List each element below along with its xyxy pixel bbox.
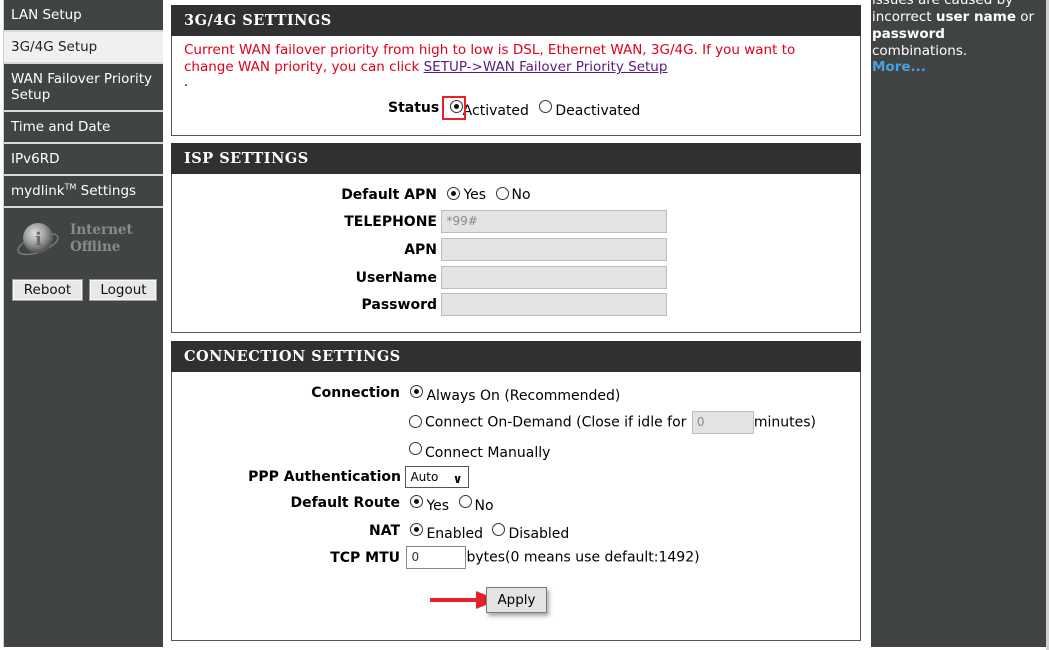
help-line-1: issues are caused by — [872, 0, 1014, 8]
internet-status: i Internet Offline — [4, 208, 163, 272]
connection-manual-row: Connect Manually — [409, 442, 551, 461]
default-route-label: Default Route — [290, 495, 400, 511]
settings-label: Settings — [76, 183, 137, 199]
info-globe-icon: i — [17, 223, 59, 256]
default-apn-yes-radio[interactable] — [447, 187, 461, 200]
section-title-isp: ISP SETTINGS — [171, 143, 861, 174]
help-password: password — [872, 26, 945, 42]
default-apn-no-radio[interactable] — [495, 187, 509, 200]
nat-label: NAT — [368, 523, 400, 539]
internet-status-line2: Offline — [70, 239, 121, 255]
apply-button[interactable]: Apply — [486, 587, 547, 613]
status-deactivated-label: Deactivated — [555, 103, 641, 119]
sidebar-item-ipv6rd[interactable]: IPv6RD — [4, 144, 163, 176]
ppp-auth-select[interactable]: Auto ∨ — [405, 466, 470, 488]
chevron-down-icon: ∨ — [452, 472, 463, 486]
status-activated-label: Activated — [462, 103, 529, 119]
nat-enabled-radio[interactable] — [410, 523, 424, 536]
telephone-label: TELEPHONE — [344, 213, 437, 230]
internet-status-line1: Internet — [70, 222, 133, 238]
sidebar-item-3g4g-setup[interactable]: 3G/4G Setup — [4, 32, 163, 64]
sidebar-buttons: Reboot Logout — [12, 279, 158, 301]
status-row: Status Activated Deactivated — [388, 100, 641, 119]
help-line-2c: or — [1015, 9, 1035, 25]
help-line-3: password combinations. — [872, 26, 1042, 60]
help-text: issues are caused by incorrect user name… — [872, 0, 1042, 60]
nat-row: NAT Enabled Disabled — [230, 523, 570, 542]
password-label: Password — [361, 296, 437, 313]
failover-notice: Current WAN failover priority from high … — [172, 36, 860, 76]
default-route-yes-radio[interactable] — [410, 495, 424, 508]
mydlink-label: mydlink — [11, 183, 65, 199]
telephone-input[interactable]: *99# — [441, 210, 668, 233]
section-title-connection: CONNECTION SETTINGS — [171, 341, 861, 372]
tcp-mtu-hint: bytes(0 means use default:1492) — [466, 549, 700, 566]
password-row: Password — [320, 293, 668, 316]
connection-on-demand-label: Connect On-Demand (Close if idle for — [425, 414, 687, 431]
sidebar-item-time-and-date[interactable]: Time and Date — [4, 112, 163, 144]
logout-button[interactable]: Logout — [89, 279, 158, 301]
default-route-no-radio[interactable] — [458, 495, 472, 508]
telephone-row: TELEPHONE *99# — [320, 210, 668, 233]
nat-enabled-label: Enabled — [426, 526, 484, 542]
help-line-2a: incorrect — [872, 9, 936, 25]
default-route-no-label: No — [474, 498, 494, 514]
left-sidebar: LAN Setup 3G/4G Setup WAN Failover Prior… — [3, 0, 163, 647]
connection-always-on-radio[interactable] — [410, 385, 424, 398]
highlight-annotation-box — [442, 96, 466, 120]
tcp-mtu-row: TCP MTU 0 bytes(0 means use default:1492) — [230, 546, 700, 569]
connection-manual-label: Connect Manually — [425, 445, 551, 461]
tcp-mtu-input[interactable]: 0 — [406, 546, 467, 569]
sidebar-item-lan-setup[interactable]: LAN Setup — [4, 0, 163, 32]
sidebar-item-wan-failover-priority-setup[interactable]: WAN Failover Priority Setup — [4, 64, 163, 112]
nat-disabled-label: Disabled — [508, 526, 570, 542]
connection-label: Connection — [311, 385, 400, 401]
username-input[interactable] — [441, 266, 668, 289]
notice-tail: . — [184, 75, 189, 90]
default-apn-label: Default APN — [341, 187, 437, 203]
default-route-row: Default Route Yes No — [230, 495, 494, 514]
idle-minutes-input[interactable]: 0 — [691, 411, 754, 434]
right-help-sidebar: issues are caused by incorrect user name… — [871, 0, 1046, 647]
password-input[interactable] — [441, 293, 668, 316]
connection-always-on-row: Connection Always On (Recommended) — [230, 385, 621, 404]
apn-row: APN — [320, 238, 668, 261]
default-apn-no-label: No — [511, 187, 531, 203]
idle-minutes-suffix: minutes) — [753, 414, 816, 431]
default-apn-row: Default APN Yes No — [320, 187, 531, 203]
ppp-auth-label: PPP Authentication — [248, 469, 401, 485]
help-user-name: user name — [935, 9, 1016, 25]
username-label: UserName — [355, 269, 437, 286]
help-line-2: incorrect user name or — [872, 9, 1042, 26]
default-route-yes-label: Yes — [426, 498, 450, 514]
ppp-auth-value: Auto — [410, 470, 439, 484]
apn-label: APN — [404, 241, 437, 258]
sidebar-item-mydlink-settings[interactable]: mydlinkTM Settings — [4, 176, 163, 208]
username-row: UserName — [320, 266, 668, 289]
status-deactivated-radio[interactable] — [539, 100, 553, 113]
help-line-3b: combinations. — [872, 43, 968, 59]
svg-text:i: i — [35, 229, 42, 250]
section-title-3g4g: 3G/4G SETTINGS — [171, 5, 861, 36]
connection-manual-radio[interactable] — [409, 442, 422, 455]
connection-on-demand-row: Connect On-Demand (Close if idle for 0 mi… — [409, 411, 816, 434]
nat-disabled-radio[interactable] — [492, 523, 506, 536]
status-label: Status — [388, 100, 440, 116]
apn-input[interactable] — [441, 238, 668, 261]
trademark-sup: TM — [64, 182, 77, 192]
default-apn-yes-label: Yes — [463, 187, 487, 203]
ppp-auth-row: PPP Authentication Auto ∨ — [230, 466, 470, 488]
reboot-button[interactable]: Reboot — [12, 279, 83, 301]
connection-on-demand-radio[interactable] — [409, 414, 422, 428]
tcp-mtu-label: TCP MTU — [330, 549, 400, 566]
more-link[interactable]: More... — [872, 59, 926, 76]
connection-always-on-label: Always On (Recommended) — [426, 388, 621, 404]
wan-failover-link[interactable]: SETUP->WAN Failover Priority Setup — [424, 59, 668, 75]
